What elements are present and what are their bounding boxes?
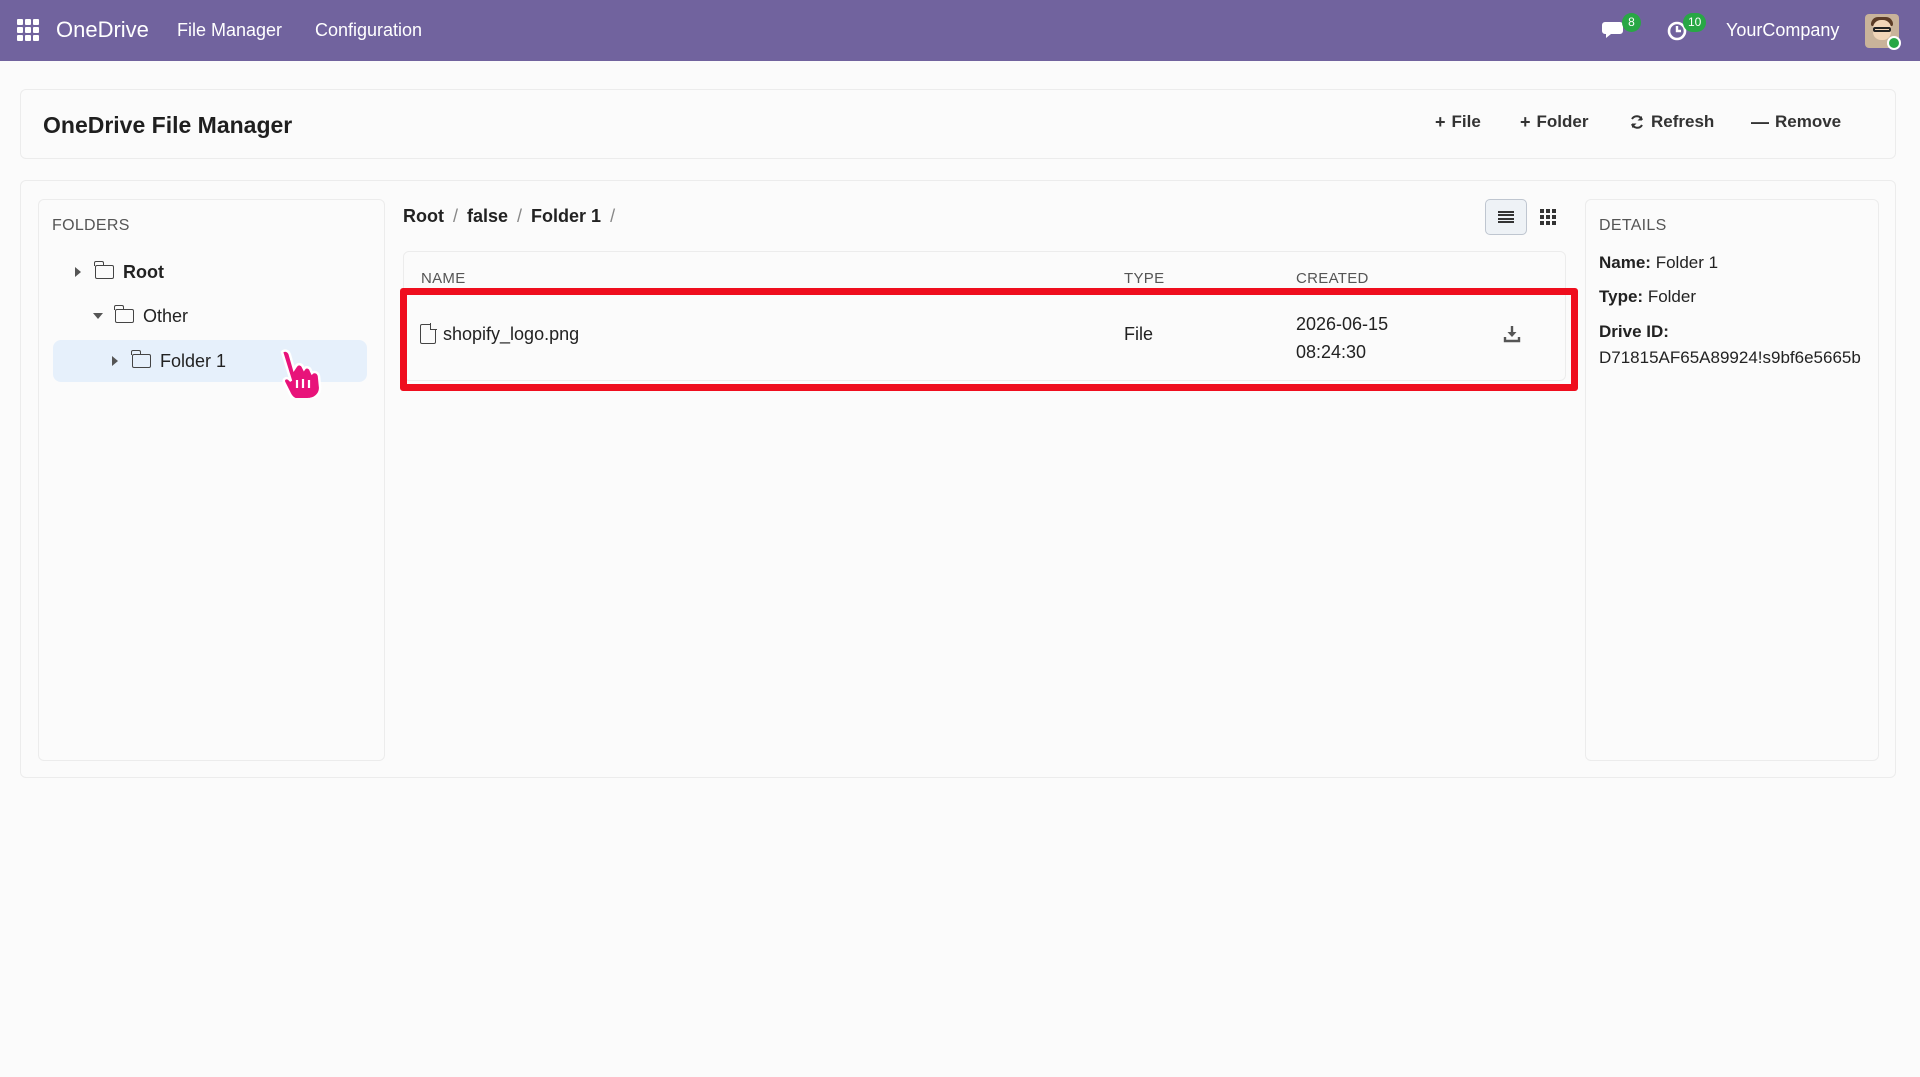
add-file-button[interactable]: + File xyxy=(1435,112,1481,132)
app-brand[interactable]: OneDrive xyxy=(56,17,149,43)
list-view-icon xyxy=(1498,211,1514,223)
column-header-created[interactable]: CREATED xyxy=(1296,270,1369,287)
detail-drive-id-label-text: Drive ID: xyxy=(1599,322,1669,341)
file-created-date-cell: 2026-06-15 xyxy=(1296,314,1389,334)
list-view-button[interactable] xyxy=(1485,199,1527,235)
breadcrumb-separator: / xyxy=(517,206,523,226)
download-icon[interactable] xyxy=(1503,324,1521,344)
breadcrumb-separator: / xyxy=(452,206,458,226)
column-header-name[interactable]: NAME xyxy=(421,270,466,287)
tree-item-label: Root xyxy=(123,261,164,282)
header-card: OneDrive File Manager + File + Folder Re… xyxy=(20,89,1896,159)
detail-name-label: Name: xyxy=(1599,253,1651,272)
breadcrumb-false[interactable]: false xyxy=(467,206,508,227)
folders-heading: FOLDERS xyxy=(52,217,130,234)
add-folder-label: Folder xyxy=(1536,112,1589,131)
breadcrumb: Root / false / Folder 1 / xyxy=(403,206,615,227)
remove-button[interactable]: — Remove xyxy=(1751,112,1841,132)
remove-label: Remove xyxy=(1775,112,1842,131)
activities-badge: 10 xyxy=(1683,13,1707,32)
minus-icon: — xyxy=(1751,112,1769,132)
caret-right-icon[interactable] xyxy=(75,267,81,277)
page-title: OneDrive File Manager xyxy=(43,112,293,138)
tree-item-other[interactable]: Other xyxy=(93,296,188,336)
file-name-cell: shopify_logo.png xyxy=(443,324,580,344)
detail-name: Name: Folder 1 xyxy=(1599,253,1718,273)
caret-right-icon[interactable] xyxy=(112,356,118,366)
grid-view-icon xyxy=(1540,209,1556,225)
nav-configuration[interactable]: Configuration xyxy=(315,20,422,41)
detail-type-label: Type: xyxy=(1599,287,1644,306)
details-panel xyxy=(1585,199,1879,761)
file-type-cell: File xyxy=(1124,324,1154,344)
folder-icon xyxy=(114,305,134,323)
detail-type: Type: Folder xyxy=(1599,287,1696,307)
tree-item-label: Other xyxy=(143,305,189,326)
refresh-button[interactable]: Refresh xyxy=(1629,112,1714,132)
folder-icon xyxy=(131,350,151,368)
detail-type-value: Folder xyxy=(1647,287,1696,306)
detail-drive-id-value: D71815AF65A89924!s9bf6e5665b xyxy=(1599,348,1861,367)
breadcrumb-folder-1[interactable]: Folder 1 xyxy=(531,206,601,227)
messages-badge: 8 xyxy=(1622,13,1641,32)
file-created-time-cell: 08:24:30 xyxy=(1296,342,1367,362)
top-navbar: OneDrive File Manager Configuration 8 10… xyxy=(0,0,1920,61)
breadcrumb-separator: / xyxy=(610,206,616,226)
tree-item-root[interactable]: Root xyxy=(75,252,164,292)
detail-drive-id-label: Drive ID: xyxy=(1599,322,1669,342)
plus-icon: + xyxy=(1435,112,1446,132)
column-header-type[interactable]: TYPE xyxy=(1124,270,1164,287)
plus-icon: + xyxy=(1520,112,1531,132)
nav-file-manager[interactable]: File Manager xyxy=(177,20,282,41)
folder-icon xyxy=(94,261,114,279)
breadcrumb-root[interactable]: Root xyxy=(403,206,444,227)
add-folder-button[interactable]: + Folder xyxy=(1520,112,1588,132)
company-switcher[interactable]: YourCompany xyxy=(1726,20,1839,41)
add-file-label: File xyxy=(1451,112,1481,131)
detail-name-value: Folder 1 xyxy=(1655,253,1719,272)
table-row[interactable] xyxy=(404,293,1574,385)
details-heading: DETAILS xyxy=(1599,217,1667,234)
refresh-label: Refresh xyxy=(1651,112,1715,131)
apps-grid-icon[interactable] xyxy=(17,19,39,41)
refresh-icon xyxy=(1631,115,1643,129)
grid-view-button[interactable] xyxy=(1527,199,1569,235)
tree-item-label: Folder 1 xyxy=(160,350,227,371)
file-icon xyxy=(420,323,437,344)
caret-down-icon[interactable] xyxy=(93,313,103,319)
online-status-dot xyxy=(1887,36,1901,50)
hand-cursor-icon xyxy=(280,349,322,398)
